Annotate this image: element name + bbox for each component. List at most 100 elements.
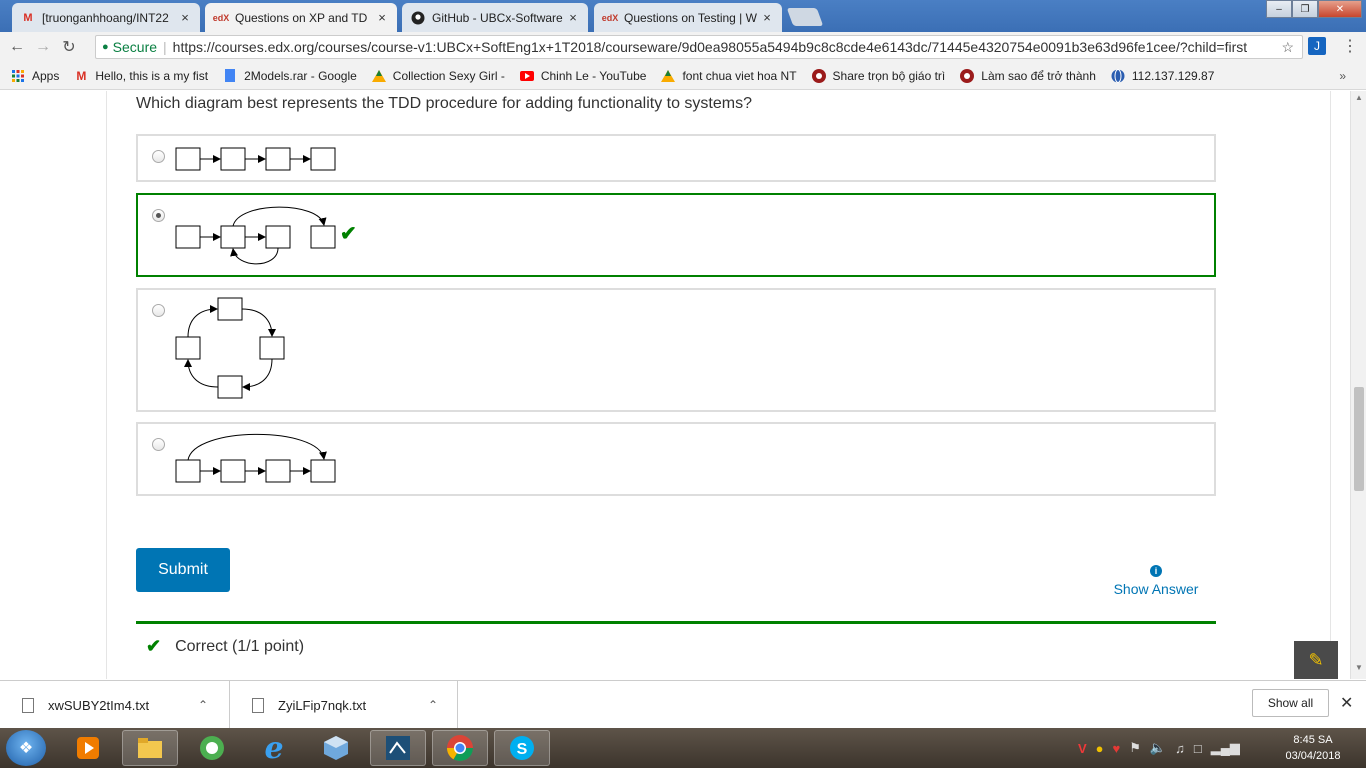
minimize-button[interactable]: –: [1266, 0, 1292, 18]
notification-tray-icon[interactable]: ●: [1096, 741, 1104, 756]
edx-icon: edX: [601, 12, 619, 23]
answer-option-4[interactable]: [136, 422, 1216, 496]
tab-github[interactable]: GitHub - UBCx-Software ×: [402, 3, 588, 32]
tab-questions-testing[interactable]: edX Questions on Testing | W ×: [594, 3, 782, 32]
result-label: Correct (1/1 point): [175, 637, 305, 655]
window-controls: – ❐ ✕: [1266, 0, 1362, 18]
circular-diagram: [175, 297, 285, 399]
bookmark-apps[interactable]: Apps: [10, 69, 59, 83]
close-icon[interactable]: ✕: [1340, 693, 1353, 713]
new-tab-button[interactable]: [786, 8, 824, 26]
volume-icon[interactable]: ♫: [1175, 741, 1185, 756]
tab-title: Questions on Testing | W: [624, 10, 757, 25]
bookmark-share[interactable]: Share trọn bộ giáo trì: [811, 68, 946, 83]
bookmark-label: 2Models.rar - Google: [244, 68, 357, 83]
file-explorer-icon[interactable]: [122, 730, 178, 766]
answer-option-1[interactable]: [136, 134, 1216, 182]
virtualbox-icon[interactable]: [308, 730, 364, 766]
linear-chain-diagram: [175, 147, 336, 171]
bookmark-font[interactable]: font chua viet hoa NT: [660, 68, 797, 83]
bookmark-label: Apps: [32, 68, 60, 83]
bookmark-2models[interactable]: 2Models.rar - Google: [222, 69, 357, 83]
show-answer-button[interactable]: i Show Answer: [1108, 561, 1204, 597]
bookmark-star-icon[interactable]: ☆: [1281, 39, 1294, 56]
gmail-icon: M: [23, 11, 33, 24]
maximize-button[interactable]: ❐: [1292, 0, 1318, 18]
skype-icon[interactable]: S: [494, 730, 550, 766]
bookmark-ip[interactable]: 112.137.129.87: [1110, 68, 1215, 83]
internet-explorer-icon[interactable]: e: [246, 730, 302, 766]
mysql-workbench-icon[interactable]: [370, 730, 426, 766]
checkmark-icon: ✔: [146, 636, 162, 656]
edx-icon: edX: [212, 12, 230, 23]
tab-close-icon[interactable]: ×: [375, 10, 389, 25]
reload-button[interactable]: ↻: [56, 37, 82, 57]
radio-button[interactable]: [152, 304, 165, 317]
download-item[interactable]: ZyiLFip7nqk.txt ⌃: [230, 681, 458, 729]
radio-button[interactable]: [152, 150, 165, 163]
info-icon: i: [1150, 565, 1162, 577]
tab-questions-xp-tdd[interactable]: edX Questions on XP and TD ×: [205, 3, 397, 32]
radio-button-selected[interactable]: [152, 209, 165, 222]
tab-close-icon[interactable]: ×: [760, 10, 774, 25]
download-item[interactable]: xwSUBY2tIm4.txt ⌃: [0, 681, 230, 729]
tab-close-icon[interactable]: ×: [566, 10, 580, 25]
tab-close-icon[interactable]: ×: [178, 10, 192, 25]
chevron-up-icon[interactable]: ⌃: [198, 698, 208, 712]
browser-menu-icon[interactable]: ⋮: [1342, 36, 1358, 56]
radio-button[interactable]: [152, 438, 165, 451]
bookmark-gmail[interactable]: M Hello, this is a my fist: [73, 69, 208, 83]
skip-arc-diagram: [175, 433, 336, 483]
media-player-icon[interactable]: [60, 730, 116, 766]
submit-button[interactable]: Submit: [136, 548, 230, 592]
back-button[interactable]: ←: [4, 38, 30, 56]
chrome-icon[interactable]: [432, 730, 488, 766]
divider: [1330, 91, 1331, 679]
bookmark-label: 112.137.129.87: [1131, 68, 1215, 83]
download-shelf: xwSUBY2tIm4.txt ⌃ ZyiLFip7nqk.txt ⌃ Show…: [0, 680, 1366, 729]
bookmark-collection[interactable]: Collection Sexy Girl -: [371, 69, 505, 83]
address-bar[interactable]: ● Secure | https://courses.edx.org/cours…: [95, 35, 1303, 59]
close-window-button[interactable]: ✕: [1318, 0, 1362, 18]
vivaldi-tray-icon[interactable]: V: [1078, 741, 1087, 756]
system-clock[interactable]: 8:45 SA 03/04/2018: [1278, 732, 1348, 764]
divider: |: [163, 39, 167, 55]
result-status: ✔ Correct (1/1 point): [146, 636, 304, 657]
speaker-icon[interactable]: 🔈: [1150, 740, 1166, 756]
chevron-up-icon[interactable]: ⌃: [428, 698, 438, 712]
answer-option-3[interactable]: [136, 288, 1216, 412]
forward-button[interactable]: →: [30, 38, 56, 56]
show-all-button[interactable]: Show all: [1252, 689, 1329, 717]
shield-icon[interactable]: ♥: [1113, 741, 1121, 756]
signal-icon[interactable]: ▂▄▆: [1211, 740, 1240, 756]
lock-icon: ●: [102, 41, 109, 53]
bookmark-youtube[interactable]: Chinh Le - YouTube: [519, 68, 647, 83]
scroll-thumb[interactable]: [1354, 387, 1364, 491]
bookmark-label: Collection Sexy Girl -: [392, 68, 505, 83]
network-warning-icon[interactable]: ⚑: [1129, 740, 1141, 756]
tab-title: GitHub - UBCx-Software: [432, 10, 563, 25]
start-button[interactable]: ❖: [6, 730, 46, 766]
bookmark-label: Hello, this is a my fist: [95, 68, 209, 83]
clipboard-icon[interactable]: □: [1194, 741, 1202, 756]
bookmarks-overflow-button[interactable]: »: [1339, 69, 1346, 83]
bookmarks-bar: Apps M Hello, this is a my fist 2Models.…: [0, 62, 1366, 90]
coccoc-icon[interactable]: [184, 730, 240, 766]
bookmark-label: Share trọn bộ giáo trì: [832, 68, 946, 83]
divider: [106, 91, 107, 679]
scroll-up-icon[interactable]: ▲: [1351, 93, 1366, 107]
vertical-scrollbar[interactable]: ▲ ▼: [1350, 91, 1366, 679]
answer-option-2[interactable]: ✔: [136, 193, 1216, 277]
extension-icon[interactable]: J: [1308, 37, 1326, 55]
hub-icon: [811, 68, 827, 83]
globe-icon: [1110, 68, 1126, 83]
clock-time: 8:45 SA: [1293, 734, 1333, 746]
bookmark-label: Chinh Le - YouTube: [540, 68, 647, 83]
bookmark-lam-sao[interactable]: Làm sao để trở thành: [959, 68, 1096, 83]
tab-gmail[interactable]: M [truonganhhoang/INT22 ×: [12, 3, 200, 32]
scroll-down-icon[interactable]: ▼: [1351, 663, 1366, 677]
pencil-icon[interactable]: ✎: [1294, 641, 1338, 679]
secure-label: Secure: [112, 39, 158, 55]
result-divider: [136, 621, 1216, 624]
bookmark-label: font chua viet hoa NT: [682, 68, 797, 83]
